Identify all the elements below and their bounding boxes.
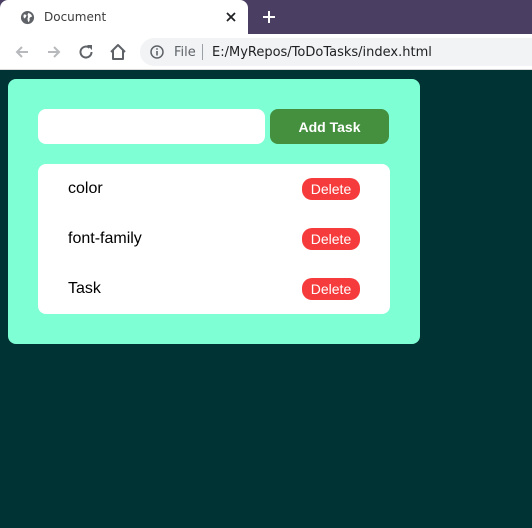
plus-icon[interactable]: [260, 8, 278, 26]
browser-toolbar: File E:/MyRepos/ToDoTasks/index.html: [0, 34, 532, 70]
todo-card: Add Task color Delete font-family Delete…: [8, 79, 420, 344]
info-icon[interactable]: [150, 45, 164, 59]
task-item: font-family Delete: [38, 214, 390, 264]
back-arrow-icon[interactable]: [13, 43, 31, 61]
delete-button[interactable]: Delete: [302, 178, 360, 200]
home-icon[interactable]: [109, 43, 127, 61]
task-text: color: [68, 180, 103, 197]
omnibox-divider: [202, 44, 203, 60]
add-task-button[interactable]: Add Task: [270, 109, 389, 144]
browser-tab[interactable]: Document: [0, 0, 248, 34]
task-text: Task: [68, 280, 101, 297]
url-text[interactable]: E:/MyRepos/ToDoTasks/index.html: [212, 45, 432, 60]
task-list: color Delete font-family Delete Task Del…: [38, 164, 390, 314]
tab-title: Document: [44, 10, 107, 24]
globe-icon: [20, 10, 35, 25]
reload-icon[interactable]: [77, 43, 95, 61]
task-input[interactable]: [38, 109, 265, 144]
task-item: color Delete: [38, 164, 390, 214]
url-scheme-label: File: [174, 45, 196, 60]
task-item: Task Delete: [38, 264, 390, 314]
browser-tabstrip: Document: [0, 0, 532, 34]
delete-button[interactable]: Delete: [302, 278, 360, 300]
delete-button[interactable]: Delete: [302, 228, 360, 250]
close-icon[interactable]: [224, 10, 238, 24]
forward-arrow-icon[interactable]: [45, 43, 63, 61]
task-text: font-family: [68, 230, 142, 247]
address-bar[interactable]: File E:/MyRepos/ToDoTasks/index.html: [140, 38, 532, 66]
